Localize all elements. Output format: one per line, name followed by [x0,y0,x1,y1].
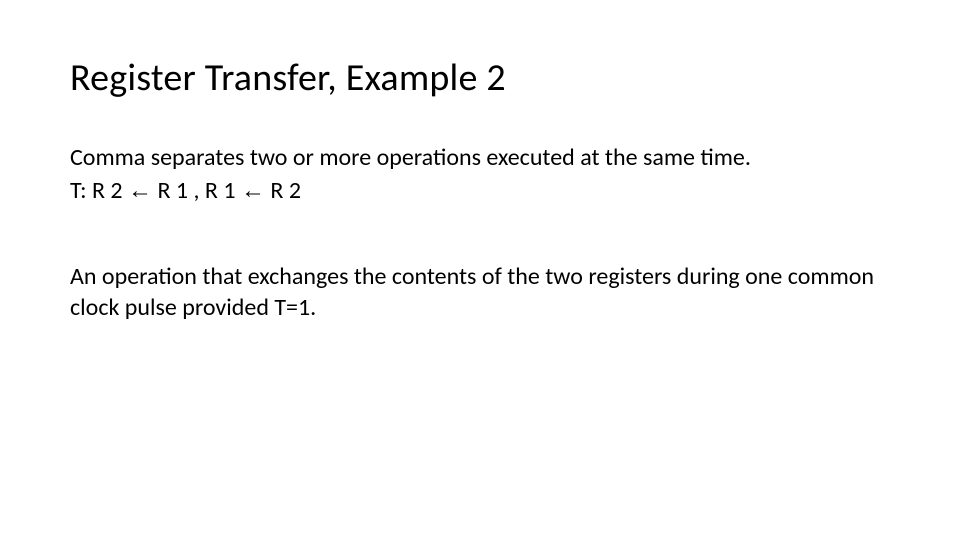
left-arrow-icon: ← [241,177,265,204]
intro-paragraph: Comma separates two or more operations e… [70,143,890,174]
formula-prefix: T: R 2 [70,176,128,205]
formula-mid: R 1 , R 1 [152,176,241,205]
formula-line: T: R 2 ← R 1 , R 1 ← R 2 [70,176,890,207]
formula-suffix: R 2 [265,176,301,205]
slide-title: Register Transfer, Example 2 [70,55,890,101]
left-arrow-icon: ← [128,177,152,204]
explanation-paragraph: An operation that exchanges the contents… [70,262,890,323]
